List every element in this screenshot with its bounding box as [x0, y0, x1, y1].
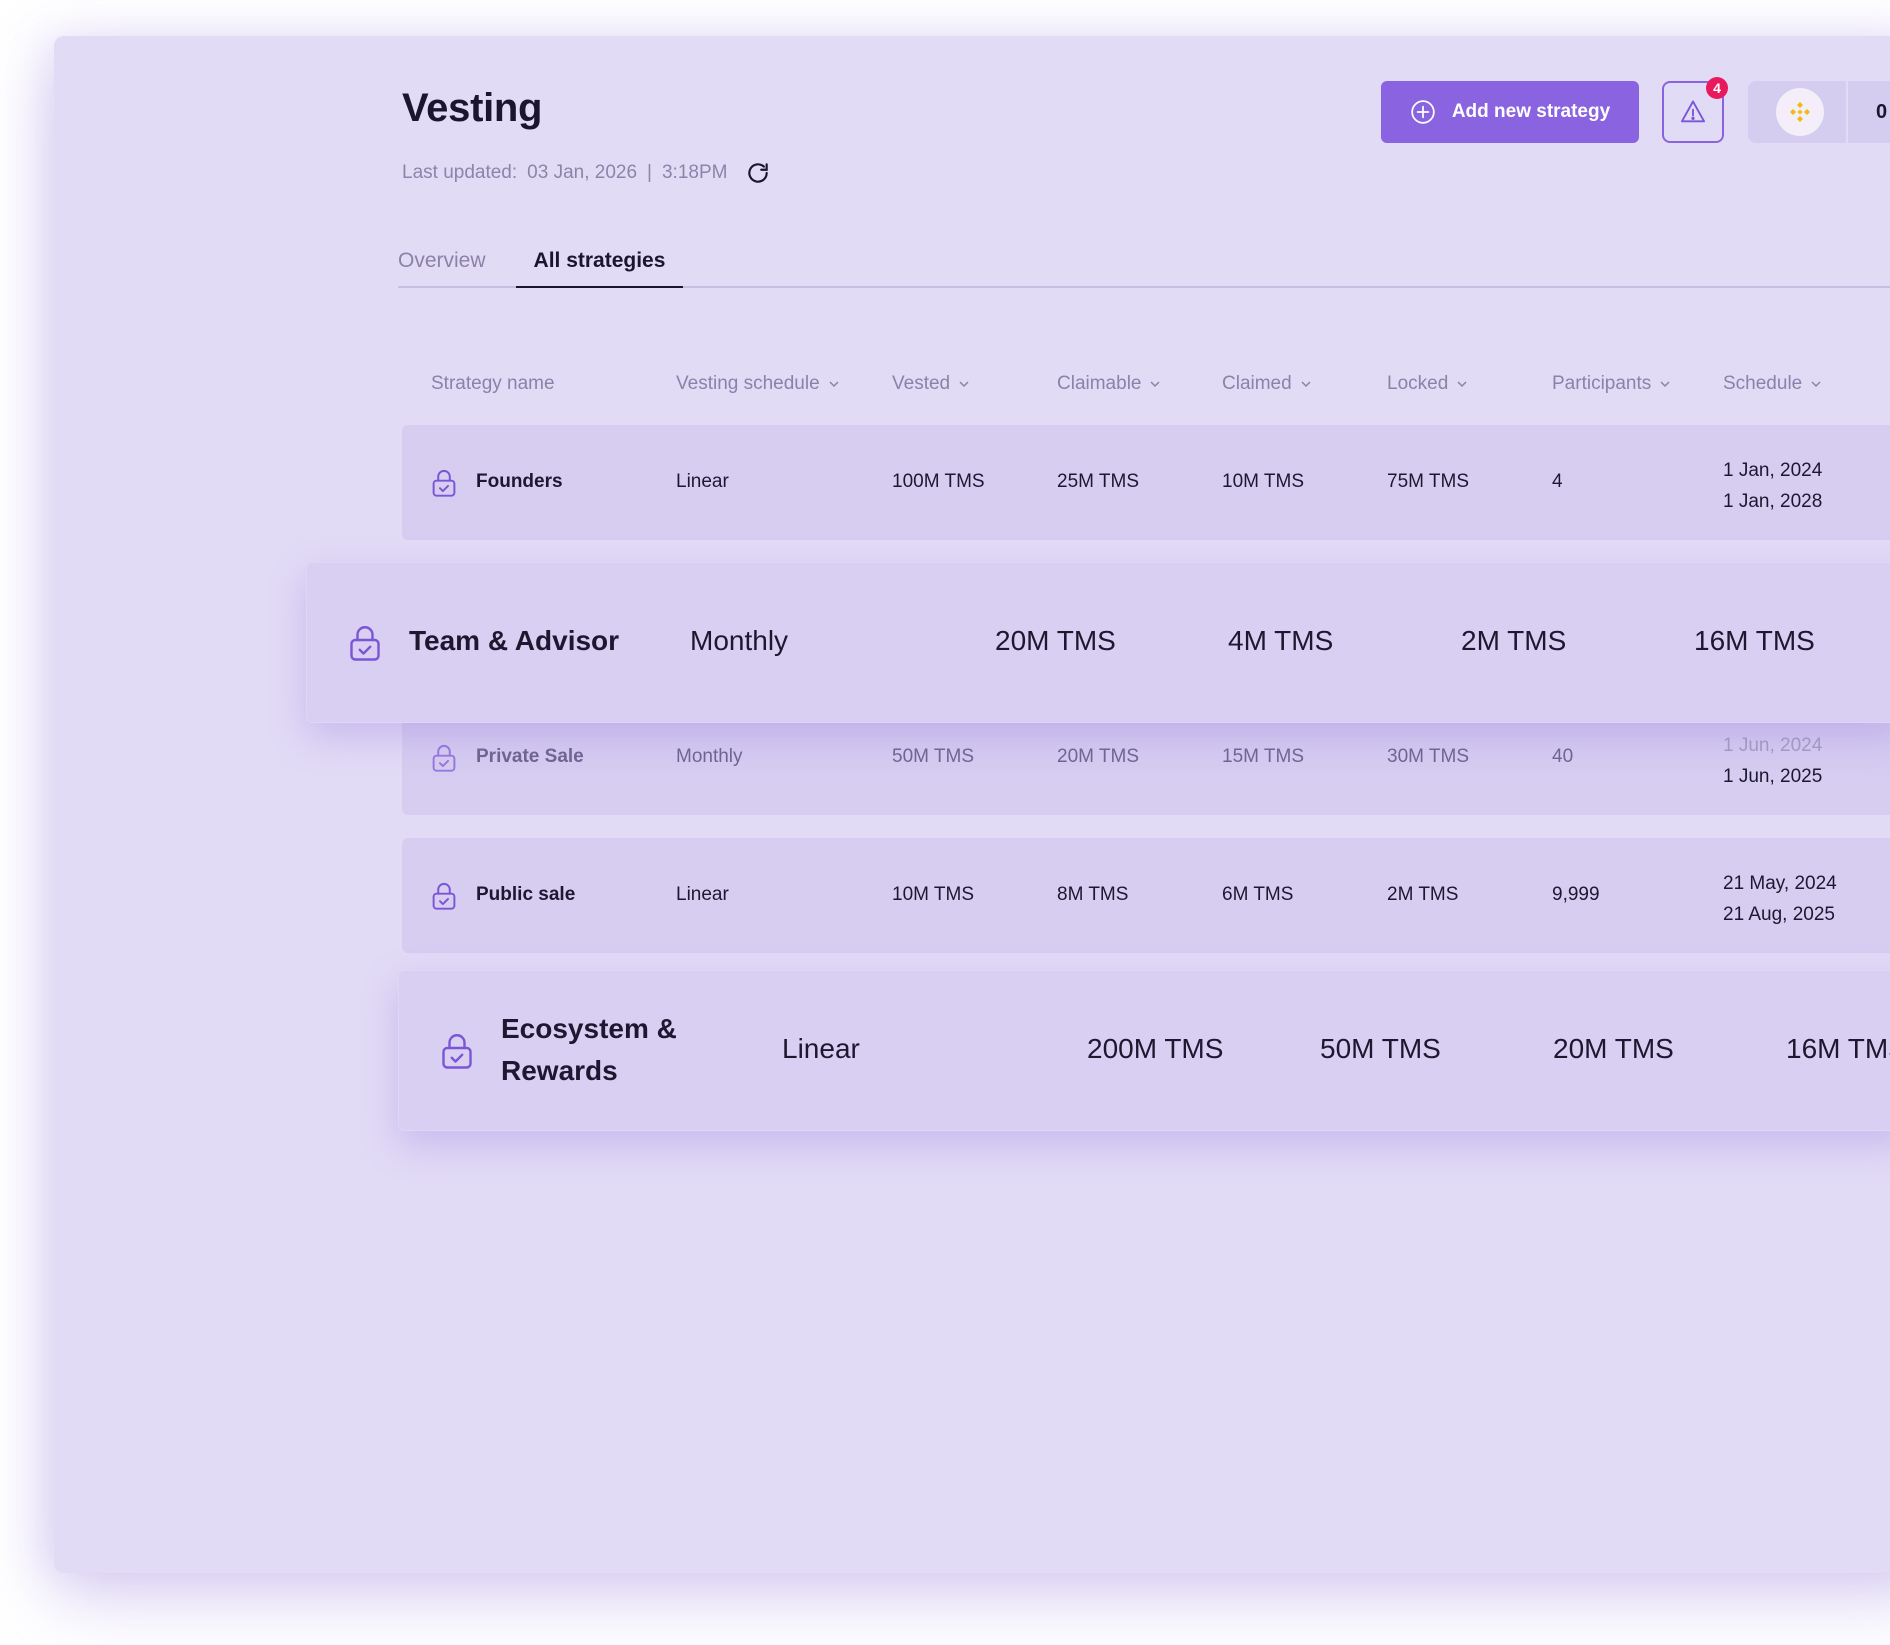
vested: 200M TMS: [1087, 1033, 1224, 1064]
lock-icon: [430, 881, 458, 911]
lock-icon: [430, 468, 458, 498]
locked: 2M TMS: [1387, 884, 1459, 905]
claimed: 15M TMS: [1222, 746, 1305, 767]
col-vesting-schedule[interactable]: Vesting schedule: [676, 373, 840, 395]
last-updated-label: Last updated:: [402, 162, 518, 183]
wallet-button[interactable]: 0: [1748, 81, 1890, 143]
last-updated-time: 3:18PM: [661, 162, 728, 183]
col-vested[interactable]: Vested: [892, 373, 970, 395]
table-row[interactable]: Founders Linear 100M TMS 25M TMS 10M TMS…: [402, 425, 1890, 540]
claimed: 20M TMS: [1553, 1033, 1674, 1064]
page-title: Vesting: [402, 86, 543, 130]
table-row[interactable]: Public sale Linear 10M TMS 8M TMS 6M TMS…: [402, 838, 1890, 953]
tab-overview[interactable]: Overview: [398, 246, 486, 286]
table-header: Strategy name Vesting schedule Vested Cl…: [0, 373, 1890, 403]
claimable: 20M TMS: [1057, 746, 1140, 767]
strategy-name-line1: Ecosystem &: [501, 1013, 677, 1044]
vesting-schedule: Monthly: [676, 746, 743, 767]
strategy-name: Public sale: [476, 884, 576, 905]
claimable: 50M TMS: [1320, 1033, 1441, 1064]
claimed: 6M TMS: [1222, 884, 1294, 905]
participants: 40: [1552, 746, 1574, 767]
vested: 100M TMS: [892, 471, 985, 492]
locked: 16M TMS: [1786, 1033, 1890, 1064]
chevron-down-icon: [1456, 378, 1468, 390]
last-updated: Last updated: 03 Jan, 2026 | 3:18PM: [402, 160, 771, 186]
participants: 9,999: [1552, 884, 1600, 905]
lock-icon: [439, 1031, 475, 1071]
claimed: 10M TMS: [1222, 471, 1305, 492]
participants: 4: [1552, 471, 1563, 492]
wallet-text: 0: [1876, 100, 1888, 123]
vesting-schedule: Monthly: [690, 625, 789, 656]
table-row-highlighted[interactable]: Team & Advisor Monthly 20M TMS 4M TMS 2M…: [306, 562, 1890, 723]
chevron-down-icon: [1659, 378, 1671, 390]
claimable: 25M TMS: [1057, 471, 1140, 492]
refresh-icon[interactable]: [745, 160, 771, 186]
lock-icon: [430, 743, 458, 773]
vesting-schedule: Linear: [676, 884, 729, 905]
locked: 75M TMS: [1387, 471, 1470, 492]
strategy-name: Founders: [476, 471, 563, 492]
wallet-divider: [1846, 81, 1848, 143]
locked: 16M TMS: [1694, 625, 1815, 656]
col-schedule[interactable]: Schedule: [1723, 373, 1822, 395]
vesting-schedule: Linear: [782, 1033, 860, 1064]
table-row-highlighted[interactable]: Ecosystem & Rewards Linear 200M TMS 50M …: [398, 970, 1890, 1131]
tab-all-strategies[interactable]: All strategies: [515, 246, 684, 288]
schedule-start: 21 May, 2024: [1723, 873, 1837, 894]
last-updated-date: 03 Jan, 2026: [527, 162, 638, 183]
schedule-end: 21 Aug, 2025: [1723, 904, 1835, 925]
strategy-name: Private Sale: [476, 746, 584, 767]
chevron-down-icon: [1149, 378, 1161, 390]
chevron-down-icon: [1810, 378, 1822, 390]
vesting-schedule: Linear: [676, 471, 729, 492]
strategy-name-line2: Rewards: [501, 1055, 618, 1086]
claimable: 8M TMS: [1057, 884, 1129, 905]
vested: 10M TMS: [892, 884, 975, 905]
chevron-down-icon: [958, 378, 970, 390]
add-new-strategy-button[interactable]: Add new strategy: [1381, 81, 1639, 143]
vested: 20M TMS: [995, 625, 1116, 656]
schedule-start: 1 Jun, 2024: [1723, 735, 1823, 756]
vested: 50M TMS: [892, 746, 975, 767]
lock-icon: [347, 623, 383, 663]
schedule-start: 1 Jan, 2024: [1723, 460, 1823, 481]
schedule-end: 1 Jan, 2028: [1723, 491, 1823, 512]
locked: 30M TMS: [1387, 746, 1470, 767]
col-strategy-name: Strategy name: [431, 373, 555, 394]
strategy-name: Team & Advisor: [409, 625, 620, 656]
alert-count-badge: 4: [1706, 77, 1728, 99]
alerts-button[interactable]: 4: [1662, 77, 1728, 143]
add-new-strategy-label: Add new strategy: [1451, 101, 1611, 122]
plus-circle-icon: [1410, 99, 1436, 125]
claimed: 2M TMS: [1461, 625, 1567, 656]
warning-icon: [1679, 98, 1707, 126]
tab-bar: Overview All strategies: [398, 246, 1890, 288]
col-claimed[interactable]: Claimed: [1222, 373, 1312, 395]
chevron-down-icon: [828, 378, 840, 390]
col-claimable[interactable]: Claimable: [1057, 373, 1161, 395]
schedule-end: 1 Jun, 2025: [1723, 766, 1823, 787]
col-locked[interactable]: Locked: [1387, 373, 1468, 395]
claimable: 4M TMS: [1228, 625, 1334, 656]
binance-icon: [1776, 88, 1824, 136]
chevron-down-icon: [1300, 378, 1312, 390]
separator: |: [647, 162, 652, 183]
col-participants[interactable]: Participants: [1552, 373, 1671, 395]
